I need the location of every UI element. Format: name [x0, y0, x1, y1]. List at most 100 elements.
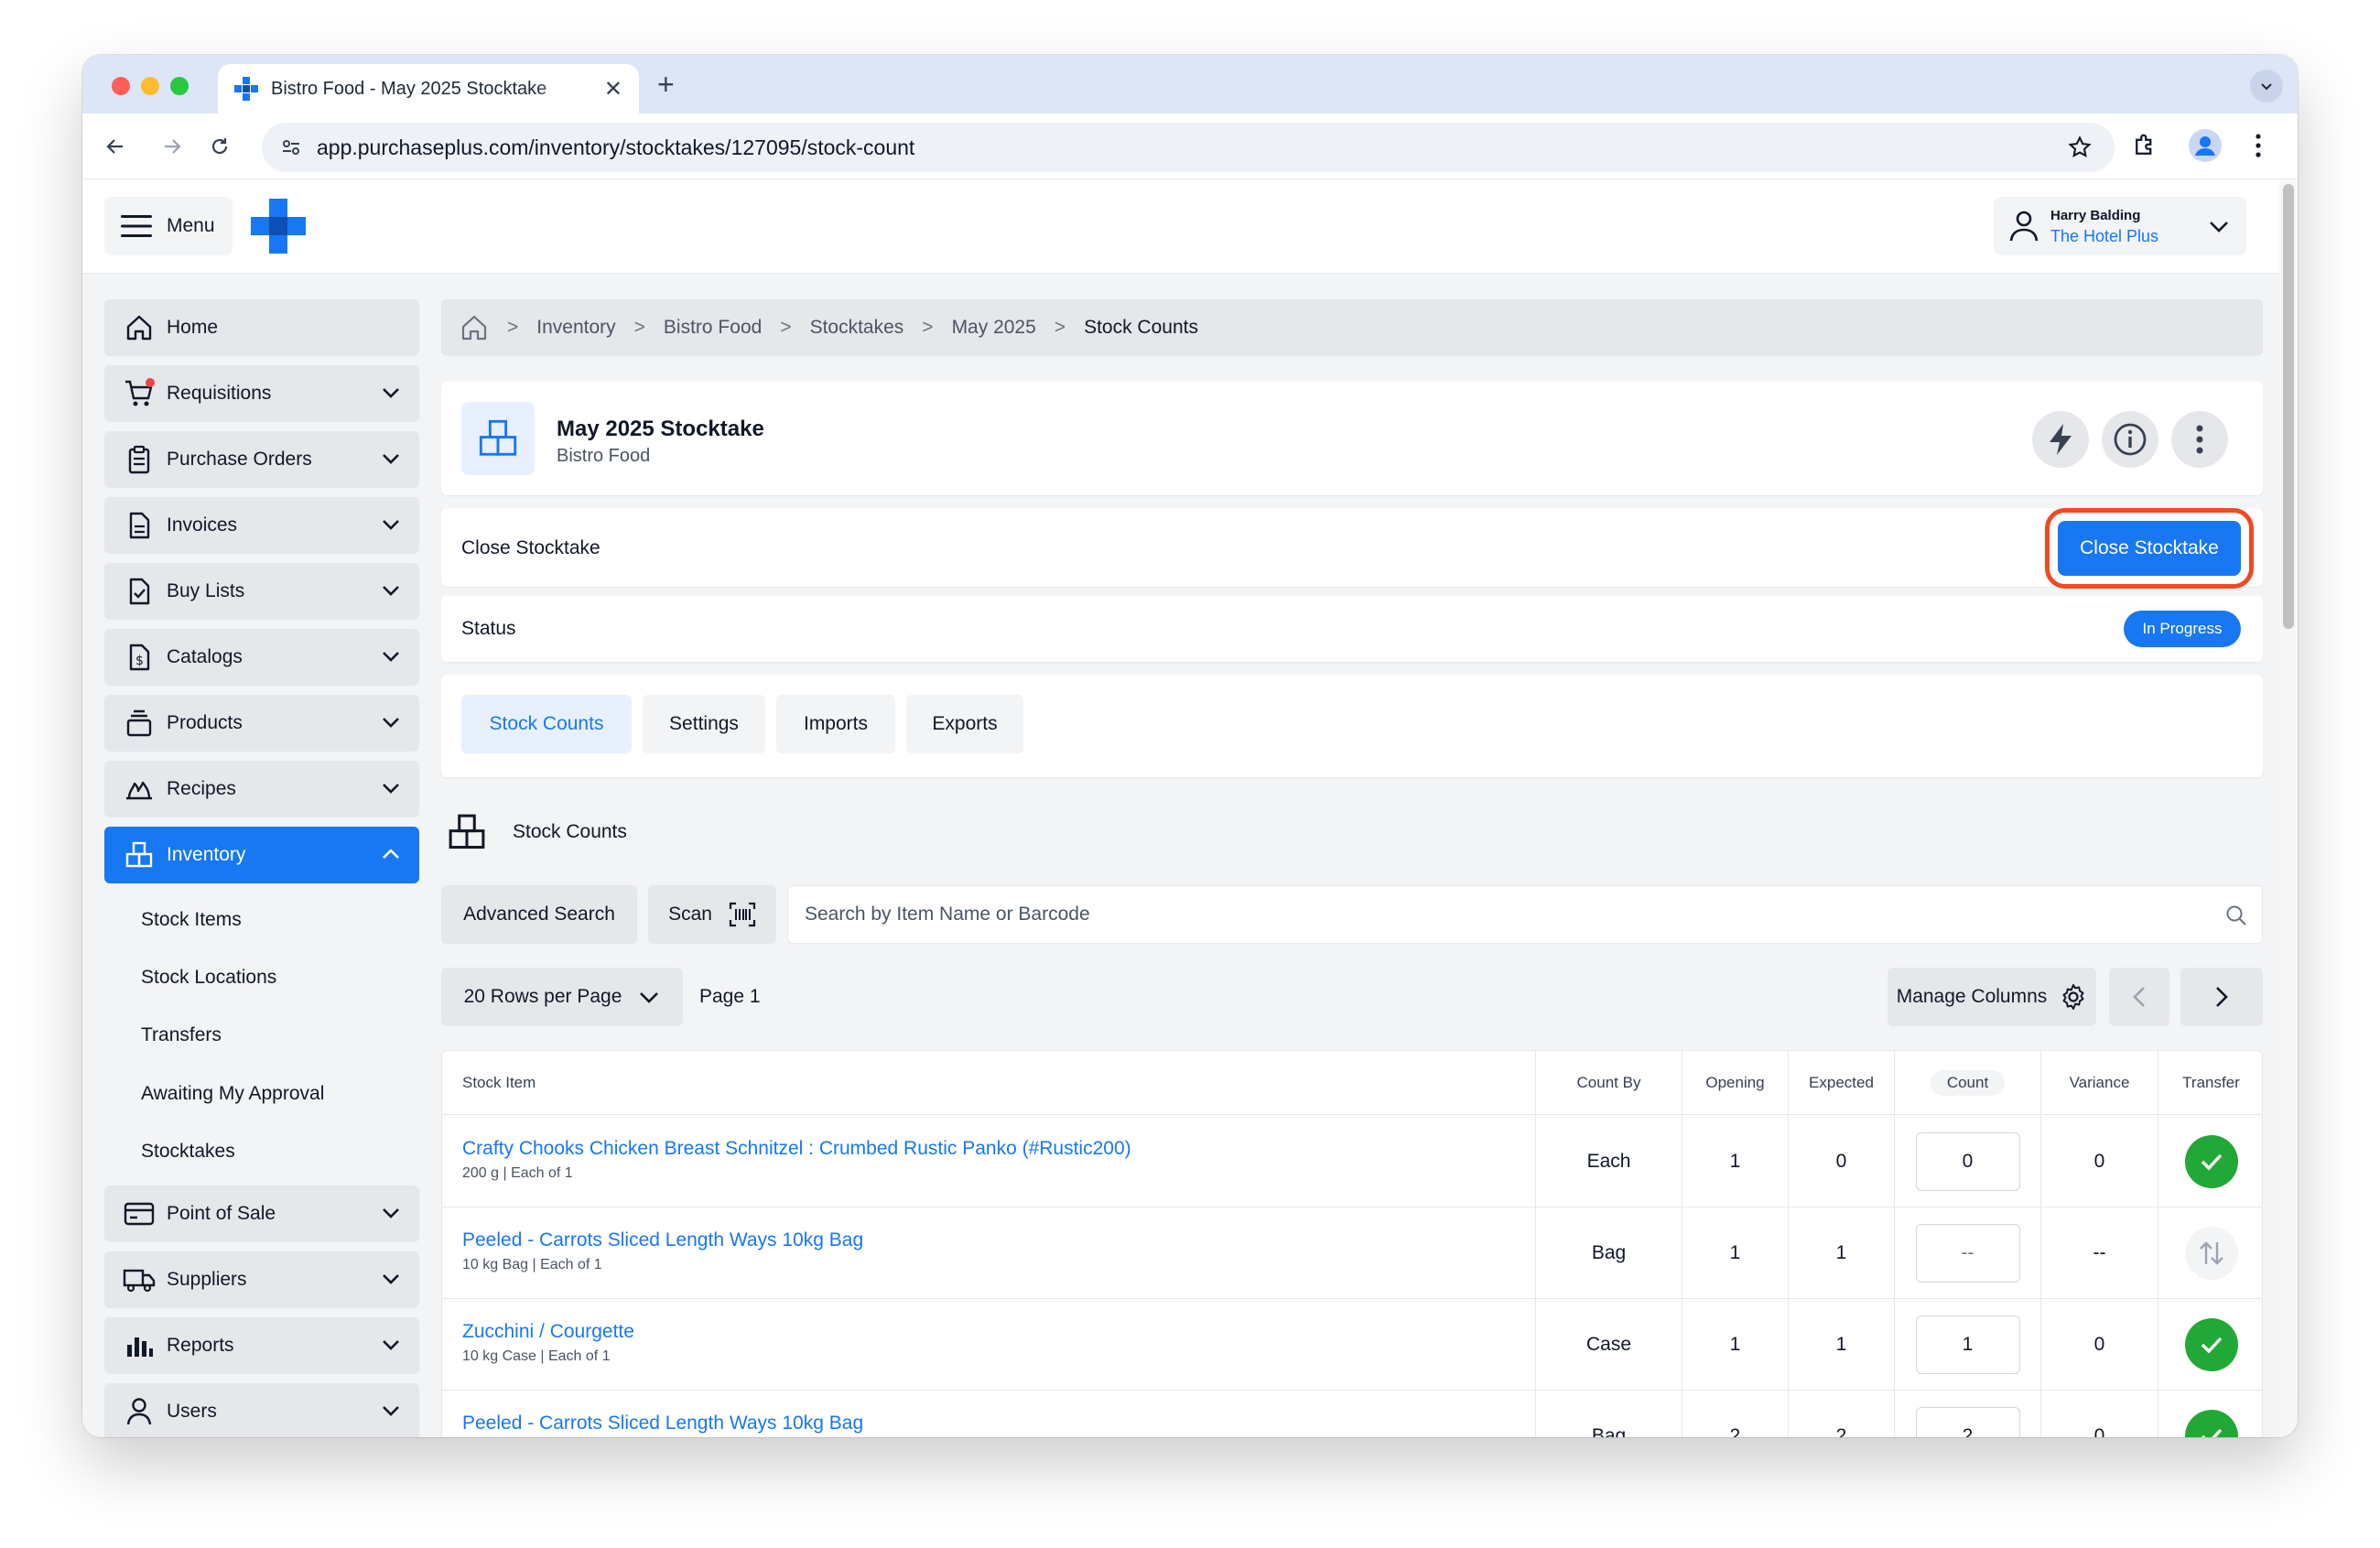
browser-tab-active[interactable]: Bistro Food - May 2025 Stocktake ✕	[218, 64, 639, 114]
new-tab-icon[interactable]: +	[657, 68, 675, 102]
stock-item-link[interactable]: Crafty Chooks Chicken Breast Schnitzel :…	[462, 1138, 1131, 1160]
clipboard-icon	[123, 443, 156, 476]
column-header-count[interactable]: Count	[1894, 1051, 2040, 1115]
table-row: Zucchini / Courgette 10 kg Case | Each o…	[442, 1299, 2262, 1391]
tab-exports[interactable]: Exports	[906, 695, 1023, 753]
sidebar-subitem-transfers[interactable]: Transfers	[141, 1024, 222, 1046]
sidebar-item-reports[interactable]: Reports	[104, 1317, 419, 1374]
sidebar-item-label: Products	[167, 712, 243, 733]
tab-imports[interactable]: Imports	[776, 695, 895, 753]
tab-stock-counts[interactable]: Stock Counts	[461, 695, 632, 753]
bookmark-star-icon[interactable]	[2067, 135, 2093, 160]
sidebar-subitem-stocktakes[interactable]: Stocktakes	[141, 1141, 235, 1163]
manage-columns-button[interactable]: Manage Columns	[1888, 968, 2096, 1026]
stock-item-link[interactable]: Peeled - Carrots Sliced Length Ways 10kg…	[462, 1413, 863, 1434]
tab-search-chevron-icon[interactable]	[2250, 70, 2283, 103]
menu-button[interactable]: Menu	[104, 197, 233, 255]
truck-icon	[123, 1263, 156, 1296]
next-page-button[interactable]	[2180, 968, 2263, 1026]
previous-page-button[interactable]	[2109, 968, 2169, 1026]
tab-settings[interactable]: Settings	[643, 695, 765, 753]
stock-item-cell: Zucchini / Courgette 10 kg Case | Each o…	[442, 1299, 1535, 1391]
app-header: Menu Harry Balding The Hotel Plus	[82, 180, 2279, 274]
sidebar-item-users[interactable]: Users	[104, 1383, 419, 1437]
window-close-button[interactable]	[112, 77, 130, 95]
user-account-dropdown[interactable]: Harry Balding The Hotel Plus	[1994, 197, 2246, 255]
opening-cell: 1	[1682, 1116, 1788, 1207]
sidebar-item-label: Buy Lists	[167, 580, 245, 601]
opening-cell: 1	[1682, 1299, 1788, 1391]
url-domain: app.purchaseplus.com	[317, 135, 529, 159]
more-options-button[interactable]	[2171, 411, 2228, 468]
chevron-down-icon	[640, 992, 659, 1003]
breadcrumb-item-may-2025[interactable]: May 2025	[952, 317, 1036, 339]
barcode-icon	[729, 902, 756, 927]
sidebar-item-catalogs[interactable]: $ Catalogs	[104, 629, 419, 686]
page-scrollbar-thumb[interactable]	[2283, 184, 2294, 629]
sidebar-item-inventory[interactable]: Inventory	[104, 827, 419, 883]
sidebar-item-home[interactable]: Home	[104, 299, 419, 356]
close-stocktake-button[interactable]: Close Stocktake	[2045, 508, 2254, 589]
sidebar-item-invoices[interactable]: Invoices	[104, 497, 419, 554]
gear-icon	[2062, 984, 2084, 1010]
sidebar-subitem-awaiting-approval[interactable]: Awaiting My Approval	[141, 1083, 324, 1105]
breadcrumb-item-stocktakes[interactable]: Stocktakes	[810, 317, 904, 339]
scan-button[interactable]: Scan	[648, 885, 776, 944]
sidebar-item-point-of-sale[interactable]: Point of Sale	[104, 1185, 419, 1242]
chevron-down-icon	[383, 454, 399, 464]
hamburger-icon	[121, 215, 152, 237]
count-input[interactable]	[1915, 1132, 2020, 1191]
extensions-puzzle-icon[interactable]	[2131, 132, 2158, 159]
lightning-icon	[2050, 424, 2072, 455]
window-minimize-button[interactable]	[141, 77, 159, 95]
table-header: Stock Item Count By Opening Expected Cou…	[442, 1051, 2262, 1115]
sidebar-item-requisitions[interactable]: Requisitions	[104, 365, 419, 422]
back-arrow-icon[interactable]	[101, 132, 130, 161]
forward-arrow-icon[interactable]	[157, 132, 187, 161]
sidebar-item-recipes[interactable]: Recipes	[104, 761, 419, 817]
sidebar-item-buy-lists[interactable]: Buy Lists	[104, 563, 419, 620]
breadcrumb-item-bistro-food[interactable]: Bistro Food	[664, 317, 762, 339]
breadcrumb-item-inventory[interactable]: Inventory	[536, 317, 615, 339]
info-icon	[2114, 423, 2147, 456]
breadcrumb-home-icon[interactable]	[460, 313, 489, 342]
stock-item-link[interactable]: Zucchini / Courgette	[462, 1321, 634, 1343]
sidebar-item-label: Suppliers	[167, 1269, 247, 1290]
search-icon[interactable]	[2225, 904, 2247, 926]
reload-icon[interactable]	[205, 132, 234, 161]
page-scrollbar[interactable]	[2279, 180, 2298, 1437]
purchaseplus-logo[interactable]	[251, 199, 306, 254]
profile-avatar-icon[interactable]	[2188, 128, 2223, 163]
flame-icon	[123, 773, 156, 806]
sidebar-item-label: Inventory	[167, 844, 246, 865]
count-input[interactable]	[1915, 1224, 2020, 1283]
info-button[interactable]	[2102, 411, 2158, 468]
checkmark-icon[interactable]	[2184, 1318, 2238, 1371]
checkmark-icon[interactable]	[2184, 1410, 2238, 1437]
browser-menu-kebab-icon[interactable]	[2254, 132, 2263, 159]
count-input[interactable]	[1915, 1407, 2020, 1437]
sidebar-subitem-stock-locations[interactable]: Stock Locations	[141, 967, 276, 989]
address-bar[interactable]: app.purchaseplus.com/inventory/stocktake…	[262, 123, 2115, 172]
sidebar-item-suppliers[interactable]: Suppliers	[104, 1251, 419, 1308]
chevron-down-icon	[383, 586, 399, 596]
rows-per-page-select[interactable]: 20 Rows per Page	[441, 968, 683, 1026]
search-input[interactable]	[805, 904, 2196, 926]
tab-close-icon[interactable]: ✕	[604, 76, 622, 103]
stock-item-detail: 10 kg Bag | Each of 1	[462, 1257, 602, 1272]
site-settings-icon[interactable]	[280, 136, 302, 158]
chevron-down-icon	[383, 1406, 399, 1416]
count-input[interactable]	[1915, 1315, 2020, 1374]
chevron-down-icon	[383, 388, 399, 398]
advanced-search-button[interactable]: Advanced Search	[441, 885, 637, 944]
sidebar-item-products[interactable]: Products	[104, 695, 419, 752]
search-field[interactable]	[787, 885, 2263, 944]
quick-actions-button[interactable]	[2032, 411, 2089, 468]
window-maximize-button[interactable]	[170, 77, 189, 95]
home-icon	[123, 311, 156, 344]
checkmark-icon[interactable]	[2184, 1135, 2238, 1188]
sidebar-item-purchase-orders[interactable]: Purchase Orders	[104, 431, 419, 488]
stock-item-link[interactable]: Peeled - Carrots Sliced Length Ways 10kg…	[462, 1229, 863, 1251]
transfer-arrows-icon[interactable]	[2184, 1227, 2238, 1280]
sidebar-subitem-stock-items[interactable]: Stock Items	[141, 909, 242, 931]
